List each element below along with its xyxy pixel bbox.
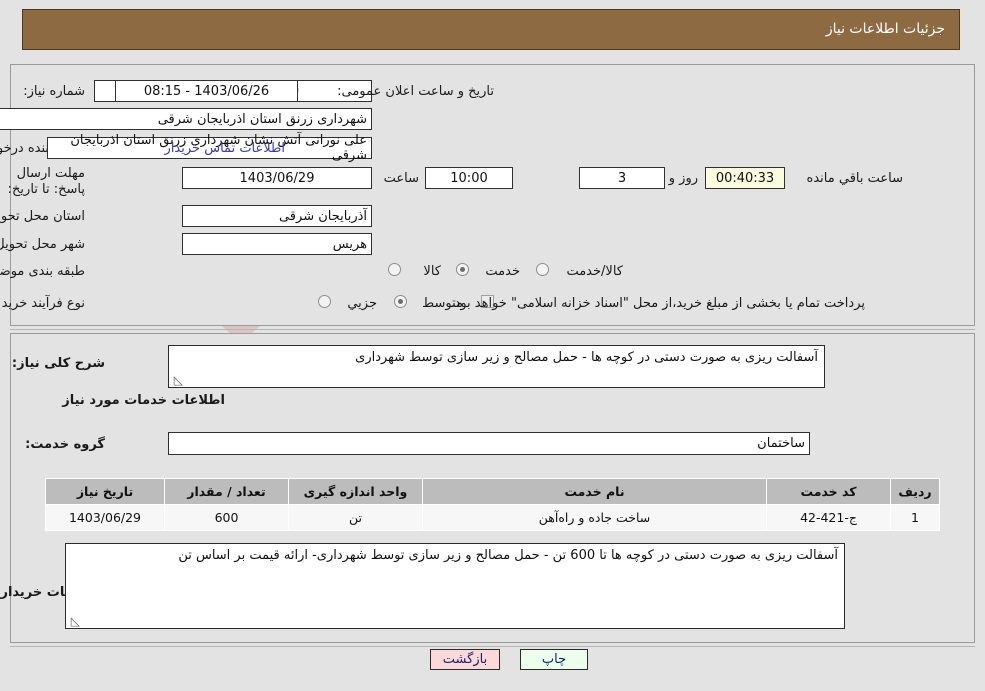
radio-process-jozei[interactable] bbox=[318, 295, 331, 308]
city-label: شهر محل تحویل: bbox=[0, 237, 85, 252]
resize-grip-icon[interactable]: ◺ bbox=[171, 374, 183, 386]
table-header-name: نام خدمت bbox=[422, 478, 767, 505]
cell-unit: تن bbox=[288, 504, 423, 531]
radio-category-kala-khedmat[interactable] bbox=[536, 263, 549, 276]
days-remaining-value: 3 bbox=[579, 167, 665, 189]
public-announce-label: تاریخ و ساعت اعلان عمومی: bbox=[337, 84, 494, 99]
buyer-org-value: شهرداری زرنق استان اذربایجان شرقی bbox=[0, 108, 372, 130]
treasury-documents-label: پرداخت تمام یا بخشی از مبلغ خرید،از محل … bbox=[450, 296, 865, 311]
deadline-time-value: 10:00 bbox=[425, 167, 513, 189]
table-header-unit: واحد اندازه گیری bbox=[288, 478, 423, 505]
countdown-suffix-label: ساعت باقي مانده bbox=[806, 171, 903, 186]
resize-grip-icon-notes[interactable]: ◺ bbox=[68, 615, 80, 627]
buyer-notes-textarea[interactable]: آسفالت ریزی به صورت دستی در کوچه ها تا 6… bbox=[65, 543, 845, 629]
cell-quantity: 600 bbox=[164, 504, 289, 531]
section-divider bbox=[10, 329, 975, 330]
deadline-hour-label: ساعت bbox=[383, 171, 419, 186]
description-label: شرح کلی نیاز: bbox=[11, 356, 105, 371]
province-value: آذربایجان شرقی bbox=[182, 205, 372, 227]
countdown-timer-value: 00:40:33 bbox=[705, 167, 785, 189]
table-header-code: کد خدمت bbox=[766, 478, 891, 505]
description-textarea[interactable]: آسفالت ریزی به صورت دستی در کوچه ها - حم… bbox=[168, 345, 825, 388]
need-number-label: شماره نیاز: bbox=[23, 84, 85, 99]
page-title: جزئیات اطلاعات نیاز bbox=[825, 21, 945, 37]
province-label: استان محل تحویل: bbox=[0, 209, 85, 224]
category-option-label-2: کالا/خدمت bbox=[566, 264, 623, 279]
services-table: ردیف کد خدمت نام خدمت واحد اندازه گیری ت… bbox=[45, 478, 940, 531]
category-label: طبقه بندی موضوعی: bbox=[0, 264, 85, 279]
buyer-contact-link[interactable]: اطلاعات تماس خریدار bbox=[165, 141, 285, 156]
description-value: آسفالت ریزی به صورت دستی در کوچه ها - حم… bbox=[355, 350, 818, 365]
days-remaining-label: روز و bbox=[668, 171, 698, 186]
services-section-title: اطلاعات خدمات مورد نیاز bbox=[62, 393, 225, 408]
process-option-label-0: جزيي bbox=[347, 296, 377, 311]
cell-name: ساخت جاده و راه‌آهن bbox=[422, 504, 767, 531]
buyer-notes-value: آسفالت ریزی به صورت دستی در کوچه ها تا 6… bbox=[178, 548, 838, 563]
table-header-qty: تعداد / مقدار bbox=[164, 478, 289, 505]
service-group-value: ساختمان bbox=[168, 432, 810, 455]
service-group-label: گروه خدمت: bbox=[25, 437, 105, 452]
cell-radif: 1 bbox=[890, 504, 940, 531]
need-info-panel bbox=[10, 64, 975, 326]
table-header-radif: ردیف bbox=[890, 478, 940, 505]
public-announce-value: 1403/06/26 - 08:15 bbox=[115, 80, 298, 102]
radio-category-kala[interactable] bbox=[388, 263, 401, 276]
radio-category-khedmat[interactable] bbox=[456, 263, 469, 276]
cell-date: 1403/06/29 bbox=[45, 504, 165, 531]
page-root: ✓ ArtaTender.net جزئیات اطلاعات نیاز شما… bbox=[0, 0, 985, 691]
deadline-label: مهلت ارسال پاسخ: تا تاریخ: bbox=[7, 166, 85, 197]
deadline-date-value: 1403/06/29 bbox=[182, 167, 372, 189]
back-button[interactable]: بازگشت bbox=[430, 649, 500, 670]
category-option-label-0: کالا bbox=[423, 264, 441, 279]
radio-process-motavaset[interactable] bbox=[394, 295, 407, 308]
page-header-bar: جزئیات اطلاعات نیاز bbox=[22, 9, 960, 50]
table-header-row: ردیف کد خدمت نام خدمت واحد اندازه گیری ت… bbox=[45, 478, 940, 505]
process-type-label: نوع فرآیند خرید : bbox=[0, 296, 85, 311]
category-option-label-1: خدمت bbox=[485, 264, 520, 279]
footer-divider bbox=[10, 646, 975, 647]
table-header-date: تاریخ نیاز bbox=[45, 478, 165, 505]
city-value: هریس bbox=[182, 233, 372, 255]
print-button[interactable]: چاپ bbox=[520, 649, 588, 670]
table-row: 1 ج-421-42 ساخت جاده و راه‌آهن تن 600 14… bbox=[45, 504, 940, 531]
cell-code: ج-421-42 bbox=[766, 504, 891, 531]
